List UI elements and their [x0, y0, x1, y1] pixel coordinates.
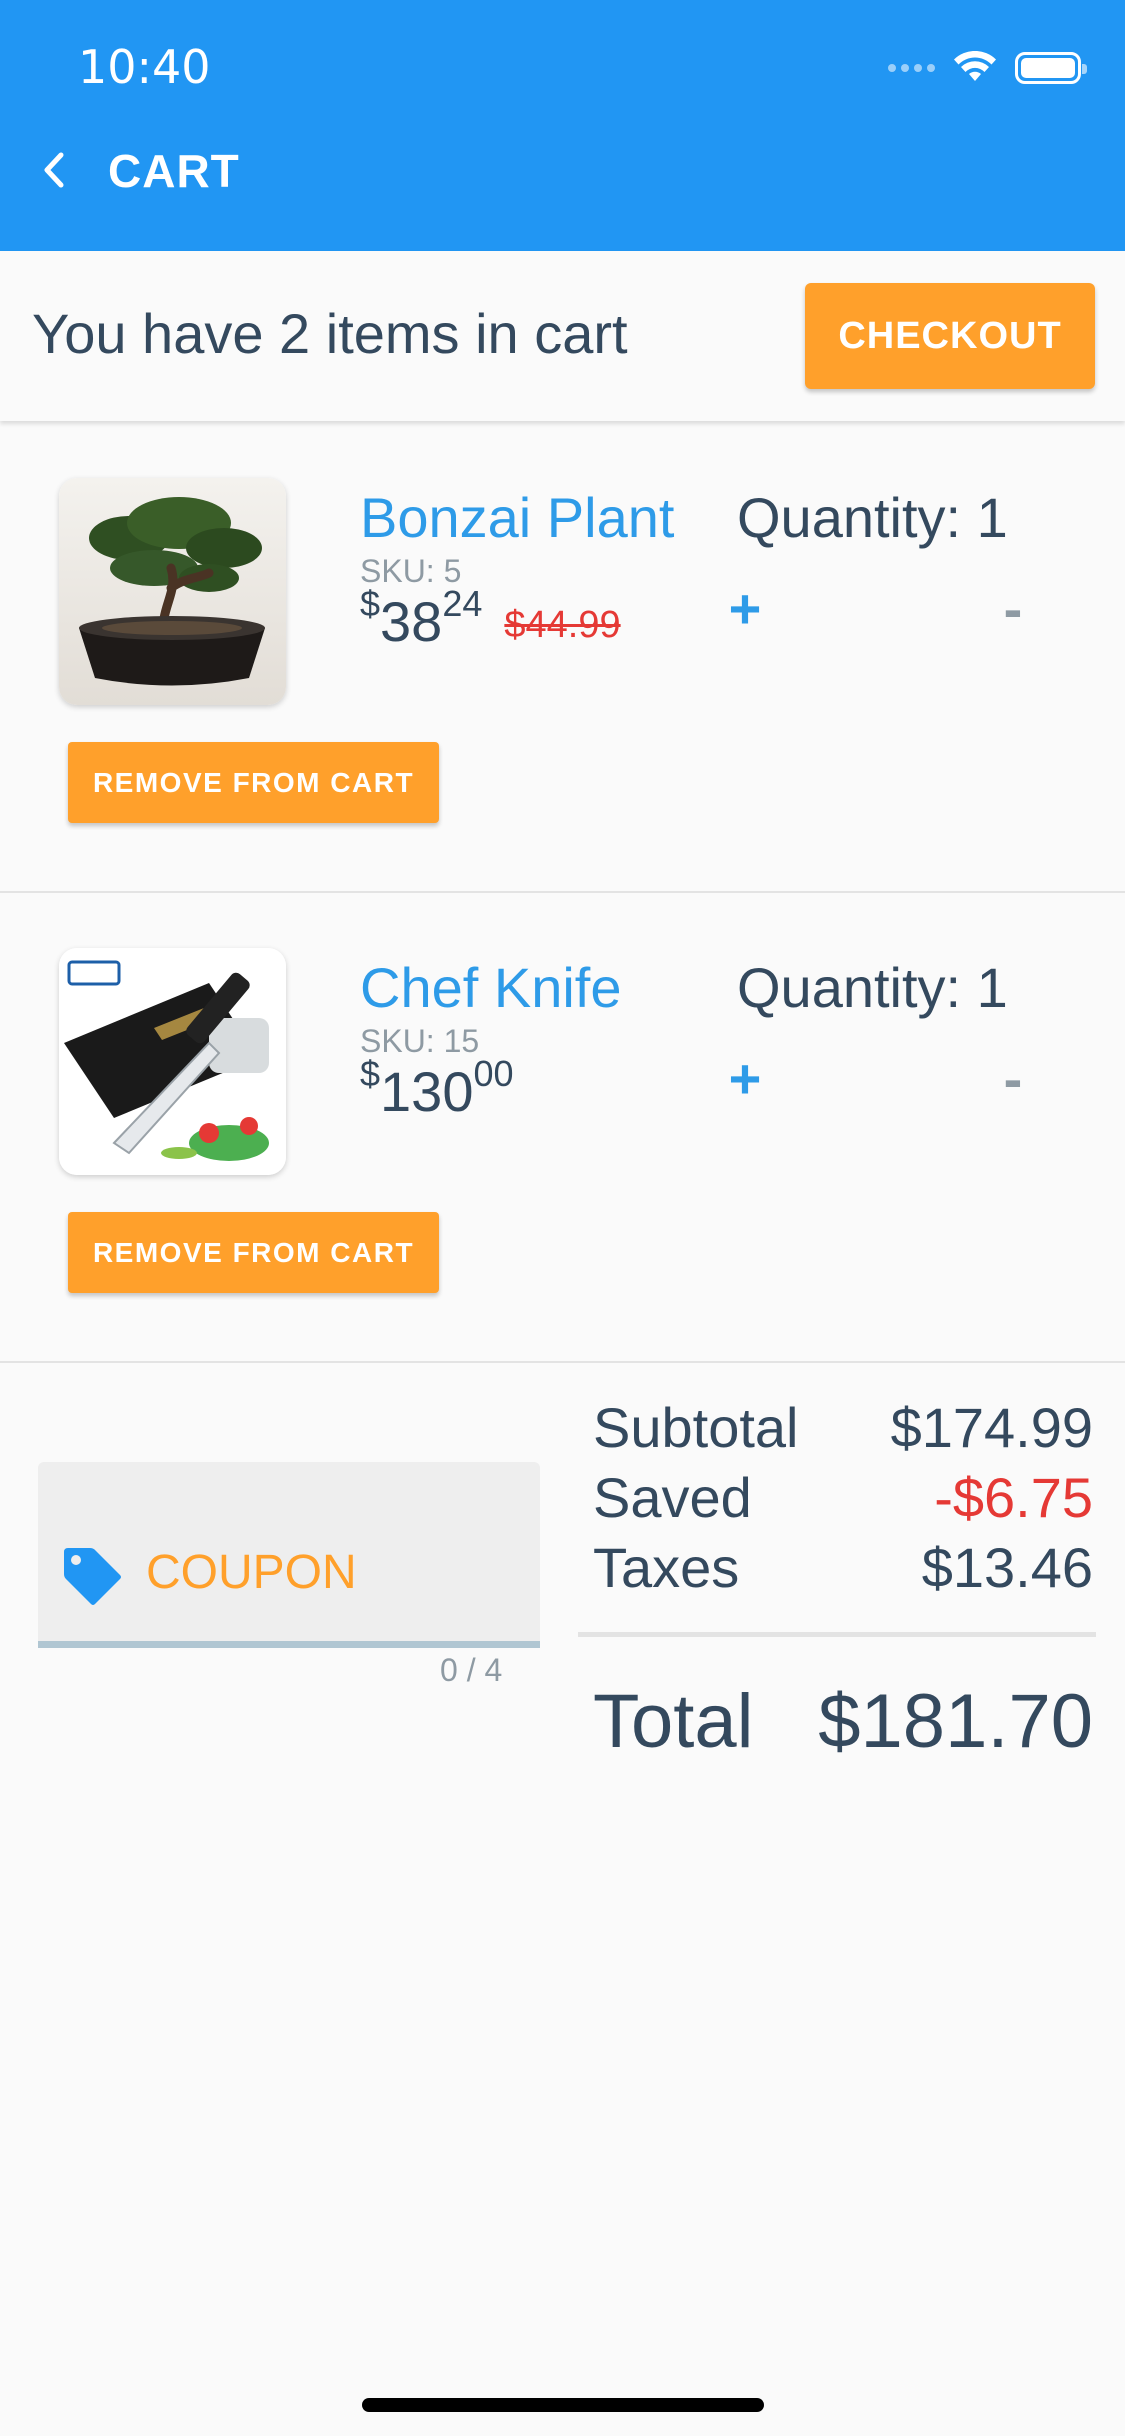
cellular-signal-icon	[888, 64, 935, 72]
checkout-button[interactable]: CHECKOUT	[805, 283, 1095, 389]
wifi-icon	[954, 51, 996, 81]
product-image-chef-knife	[59, 948, 286, 1175]
quantity-decrease-button[interactable]: -	[988, 577, 1038, 640]
quantity-increase-button[interactable]: +	[720, 1047, 770, 1110]
cart-summary-bar: You have 2 items in cart CHECKOUT	[0, 251, 1125, 421]
saved-value: -$6.75	[934, 1466, 1093, 1529]
cart-item: Chef Knife SKU: 15 $13000 Quantity: 1 + …	[0, 893, 1125, 1363]
app-header: 10:40 CART	[0, 0, 1125, 251]
taxes-label: Taxes	[593, 1536, 740, 1599]
page-title: CART	[108, 145, 240, 197]
coupon-field[interactable]	[38, 1462, 540, 1648]
quantity-label: Quantity: 1	[737, 486, 1008, 549]
price-cents: 00	[473, 1053, 514, 1094]
cart-count-text: You have 2 items in cart	[32, 302, 628, 365]
totals-divider	[578, 1632, 1096, 1637]
cart-item: Bonzai Plant SKU: 5 $3824$44.99 Quantity…	[0, 423, 1125, 893]
price-currency: $	[360, 583, 381, 624]
subtotal-value: $174.99	[890, 1396, 1093, 1459]
saved-label: Saved	[593, 1466, 752, 1529]
status-icons	[888, 48, 1087, 88]
product-image-bonsai	[59, 478, 286, 705]
tag-icon	[64, 1548, 121, 1605]
quantity-label: Quantity: 1	[737, 956, 1008, 1019]
item-name[interactable]: Bonzai Plant	[360, 485, 674, 550]
chevron-left-icon	[44, 152, 64, 188]
status-time: 10:40	[78, 40, 211, 94]
item-name[interactable]: Chef Knife	[360, 955, 622, 1020]
back-button[interactable]	[34, 145, 74, 195]
subtotal-label: Subtotal	[593, 1396, 799, 1459]
quantity-increase-button[interactable]: +	[720, 577, 770, 640]
total-value: $181.70	[818, 1679, 1093, 1764]
coupon-input[interactable]	[146, 1540, 516, 1604]
quantity-decrease-button[interactable]: -	[988, 1047, 1038, 1110]
item-price: $13000	[360, 1053, 514, 1124]
coupon-character-count: 0 / 4	[440, 1652, 503, 1688]
price-whole: 38	[380, 590, 443, 653]
price-cents: 24	[442, 583, 483, 624]
price-currency: $	[360, 1053, 381, 1094]
item-price: $3824 $44.99	[360, 583, 621, 654]
remove-from-cart-button[interactable]: REMOVE FROM CART	[68, 742, 439, 823]
remove-from-cart-button[interactable]: REMOVE FROM CART	[68, 1212, 439, 1293]
home-indicator[interactable]	[362, 2398, 764, 2412]
total-label: Total	[593, 1679, 754, 1764]
original-price: $44.99	[504, 604, 621, 646]
battery-icon	[1015, 52, 1087, 84]
taxes-value: $13.46	[921, 1536, 1093, 1599]
price-whole: 130	[380, 1060, 474, 1123]
